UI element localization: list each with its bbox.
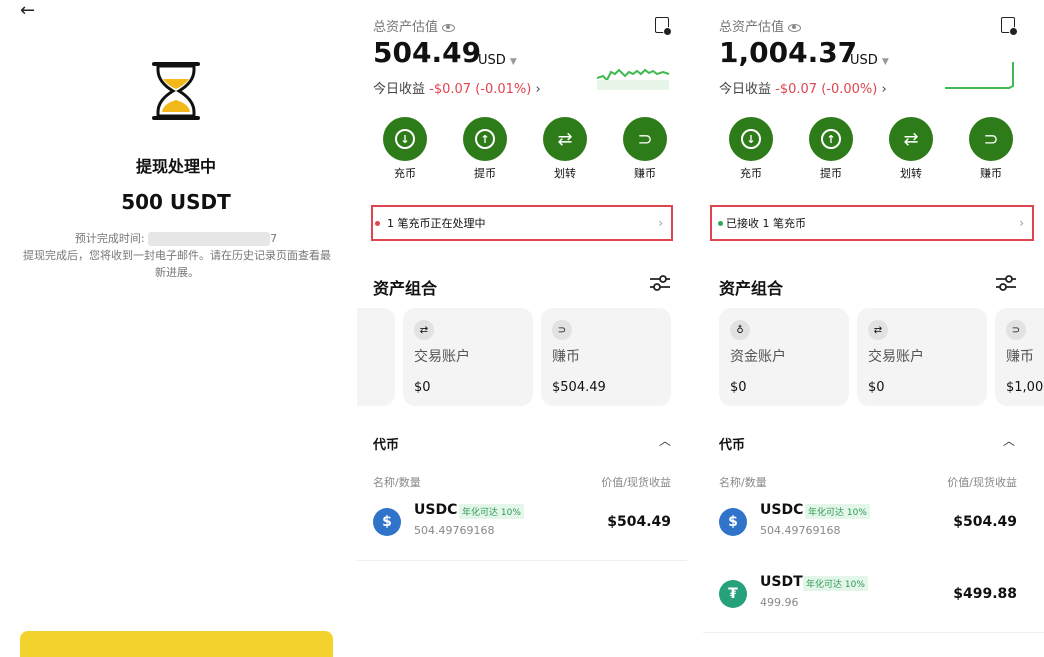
token-row[interactable]: $ USDC 年化可达 10% 504.49769168 $504.49 [373, 502, 671, 552]
eye-icon[interactable] [788, 23, 802, 32]
earn-icon: ⊃ [623, 117, 667, 161]
earn-button[interactable]: ⊃ 赚币 [605, 117, 685, 181]
chevron-up-icon[interactable]: ︿ [1003, 432, 1015, 449]
account-card[interactable] [357, 308, 395, 406]
earn-icon: ⊃ [969, 117, 1013, 161]
transfer-icon: ⇄ [889, 117, 933, 161]
usdc-icon: $ [373, 508, 401, 536]
withdrawal-status-screen: ← 提现处理中 500 USDT 预计完成时间: 7 提现完成后，您将收到一封电… [0, 0, 357, 657]
column-header-value: 价值/现货收益 [601, 476, 671, 489]
redacted-time [148, 232, 271, 246]
chevron-right-icon: › [658, 216, 663, 230]
column-header-name: 名称/数量 [719, 476, 767, 489]
sparkline-chart [945, 62, 1014, 89]
eta-line: 预计完成时间: 7 [0, 230, 352, 246]
eye-icon[interactable] [442, 23, 456, 32]
account-cards: ⇄ 交易账户 $0 ⊃ 赚币 $504.49 [357, 308, 679, 406]
chevron-up-icon[interactable]: ︿ [659, 432, 671, 449]
sparkline-chart [597, 68, 670, 90]
arrow-down-icon: ↓ [395, 129, 415, 149]
total-value: 504.49 [373, 36, 482, 69]
transfer-button[interactable]: ⇄ 划转 [525, 117, 605, 181]
status-note: 提现完成后，您将收到一封电子邮件。请在历史记录页面查看最新进展。 [23, 249, 331, 279]
estimate-label: 总资产估值 [373, 16, 456, 35]
arrow-down-icon: ↓ [741, 129, 761, 149]
action-bar: ↓ 充币 ↑ 提币 ⇄ 划转 ⊃ 赚币 [365, 117, 685, 181]
withdraw-button[interactable]: ↑ 提币 [445, 117, 525, 181]
money-bag-icon: ♁ [730, 320, 750, 340]
divider [357, 560, 687, 561]
transfer-icon: ⇄ [414, 320, 434, 340]
chevron-right-icon: › [881, 82, 887, 97]
apy-badge: 年化可达 10% [459, 504, 524, 519]
currency-select[interactable]: USD ▼ [478, 53, 517, 68]
total-value: 1,004.37 [719, 36, 858, 69]
usdc-icon: $ [719, 508, 747, 536]
transfer-icon: ⇄ [868, 320, 888, 340]
estimate-label: 总资产估值 [719, 16, 802, 35]
deposit-notice[interactable]: 已接收 1 笔充币 › [710, 205, 1034, 241]
caret-down-icon: ▼ [881, 57, 889, 67]
account-card[interactable]: ⇄ 交易账户 $0 [403, 308, 533, 406]
withdraw-button[interactable]: ↑ 提币 [791, 117, 871, 181]
history-doc-icon[interactable] [655, 17, 672, 36]
usdt-icon: ₮ [719, 580, 747, 608]
currency-select[interactable]: USD ▼ [850, 53, 889, 68]
action-bar: ↓ 充币 ↑ 提币 ⇄ 划转 ⊃ 赚币 [711, 117, 1031, 181]
today-pnl[interactable]: 今日收益 -$0.07 (-0.00%) › [719, 78, 887, 97]
filter-icon[interactable] [650, 275, 670, 291]
today-pnl[interactable]: 今日收益 -$0.07 (-0.01%) › [373, 78, 541, 97]
earn-icon: ⊃ [552, 320, 572, 340]
earn-icon: ⊃ [1006, 320, 1026, 340]
arrow-up-icon: ↑ [821, 129, 841, 149]
filter-icon[interactable] [996, 275, 1016, 291]
column-header-name: 名称/数量 [373, 476, 421, 489]
transfer-icon: ⇄ [543, 117, 587, 161]
chevron-right-icon: › [1019, 216, 1024, 230]
eta-tail: 7 [270, 232, 278, 245]
token-section-title: 代币 [373, 438, 400, 453]
assets-screen-pending: 总资产估值 504.49 USD ▼ 今日收益 -$0.07 (-0.01%) … [357, 0, 687, 657]
apy-badge: 年化可达 10% [803, 576, 868, 591]
account-card[interactable]: ♁ 资金账户 $0 [719, 308, 849, 406]
account-card[interactable]: ⊃ 赚币 $1,00 [995, 308, 1044, 406]
transfer-button[interactable]: ⇄ 划转 [871, 117, 951, 181]
account-card[interactable]: ⇄ 交易账户 $0 [857, 308, 987, 406]
column-header-value: 价值/现货收益 [947, 476, 1017, 489]
status-dot [718, 221, 723, 226]
deposit-notice[interactable]: 1 笔充币正在处理中 › [371, 205, 673, 241]
chevron-right-icon: › [535, 82, 541, 97]
token-row[interactable]: $ USDC 年化可达 10% 504.49769168 $504.49 [719, 502, 1017, 552]
page-title: 提现处理中 [135, 157, 216, 176]
arrow-up-icon: ↑ [475, 129, 495, 149]
history-doc-icon[interactable] [1001, 17, 1018, 36]
deposit-button[interactable]: ↓ 充币 [711, 117, 791, 181]
token-row[interactable]: ₮ USDT 年化可达 10% 499.96 $499.88 [719, 574, 1017, 624]
eta-label: 预计完成时间: [74, 232, 145, 245]
divider [703, 632, 1044, 633]
account-card[interactable]: ⊃ 赚币 $504.49 [541, 308, 671, 406]
caret-down-icon: ▼ [509, 57, 517, 67]
account-cards: ♁ 资金账户 $0 ⇄ 交易账户 $0 ⊃ 赚币 $1,00 [719, 308, 1044, 406]
apy-badge: 年化可达 10% [805, 504, 870, 519]
token-section-title: 代币 [719, 438, 746, 453]
arrow-left-icon[interactable]: ← [20, 0, 35, 21]
confirm-button[interactable] [20, 631, 333, 657]
withdraw-amount: 500 USDT [121, 190, 231, 214]
portfolio-title: 资产组合 [373, 279, 438, 298]
assets-screen-received: 总资产估值 1,004.37 USD ▼ 今日收益 -$0.07 (-0.00%… [703, 0, 1044, 657]
earn-button[interactable]: ⊃ 赚币 [951, 117, 1031, 181]
status-dot [375, 221, 380, 226]
deposit-button[interactable]: ↓ 充币 [365, 117, 445, 181]
hourglass-icon [152, 62, 200, 120]
portfolio-title: 资产组合 [719, 279, 784, 298]
